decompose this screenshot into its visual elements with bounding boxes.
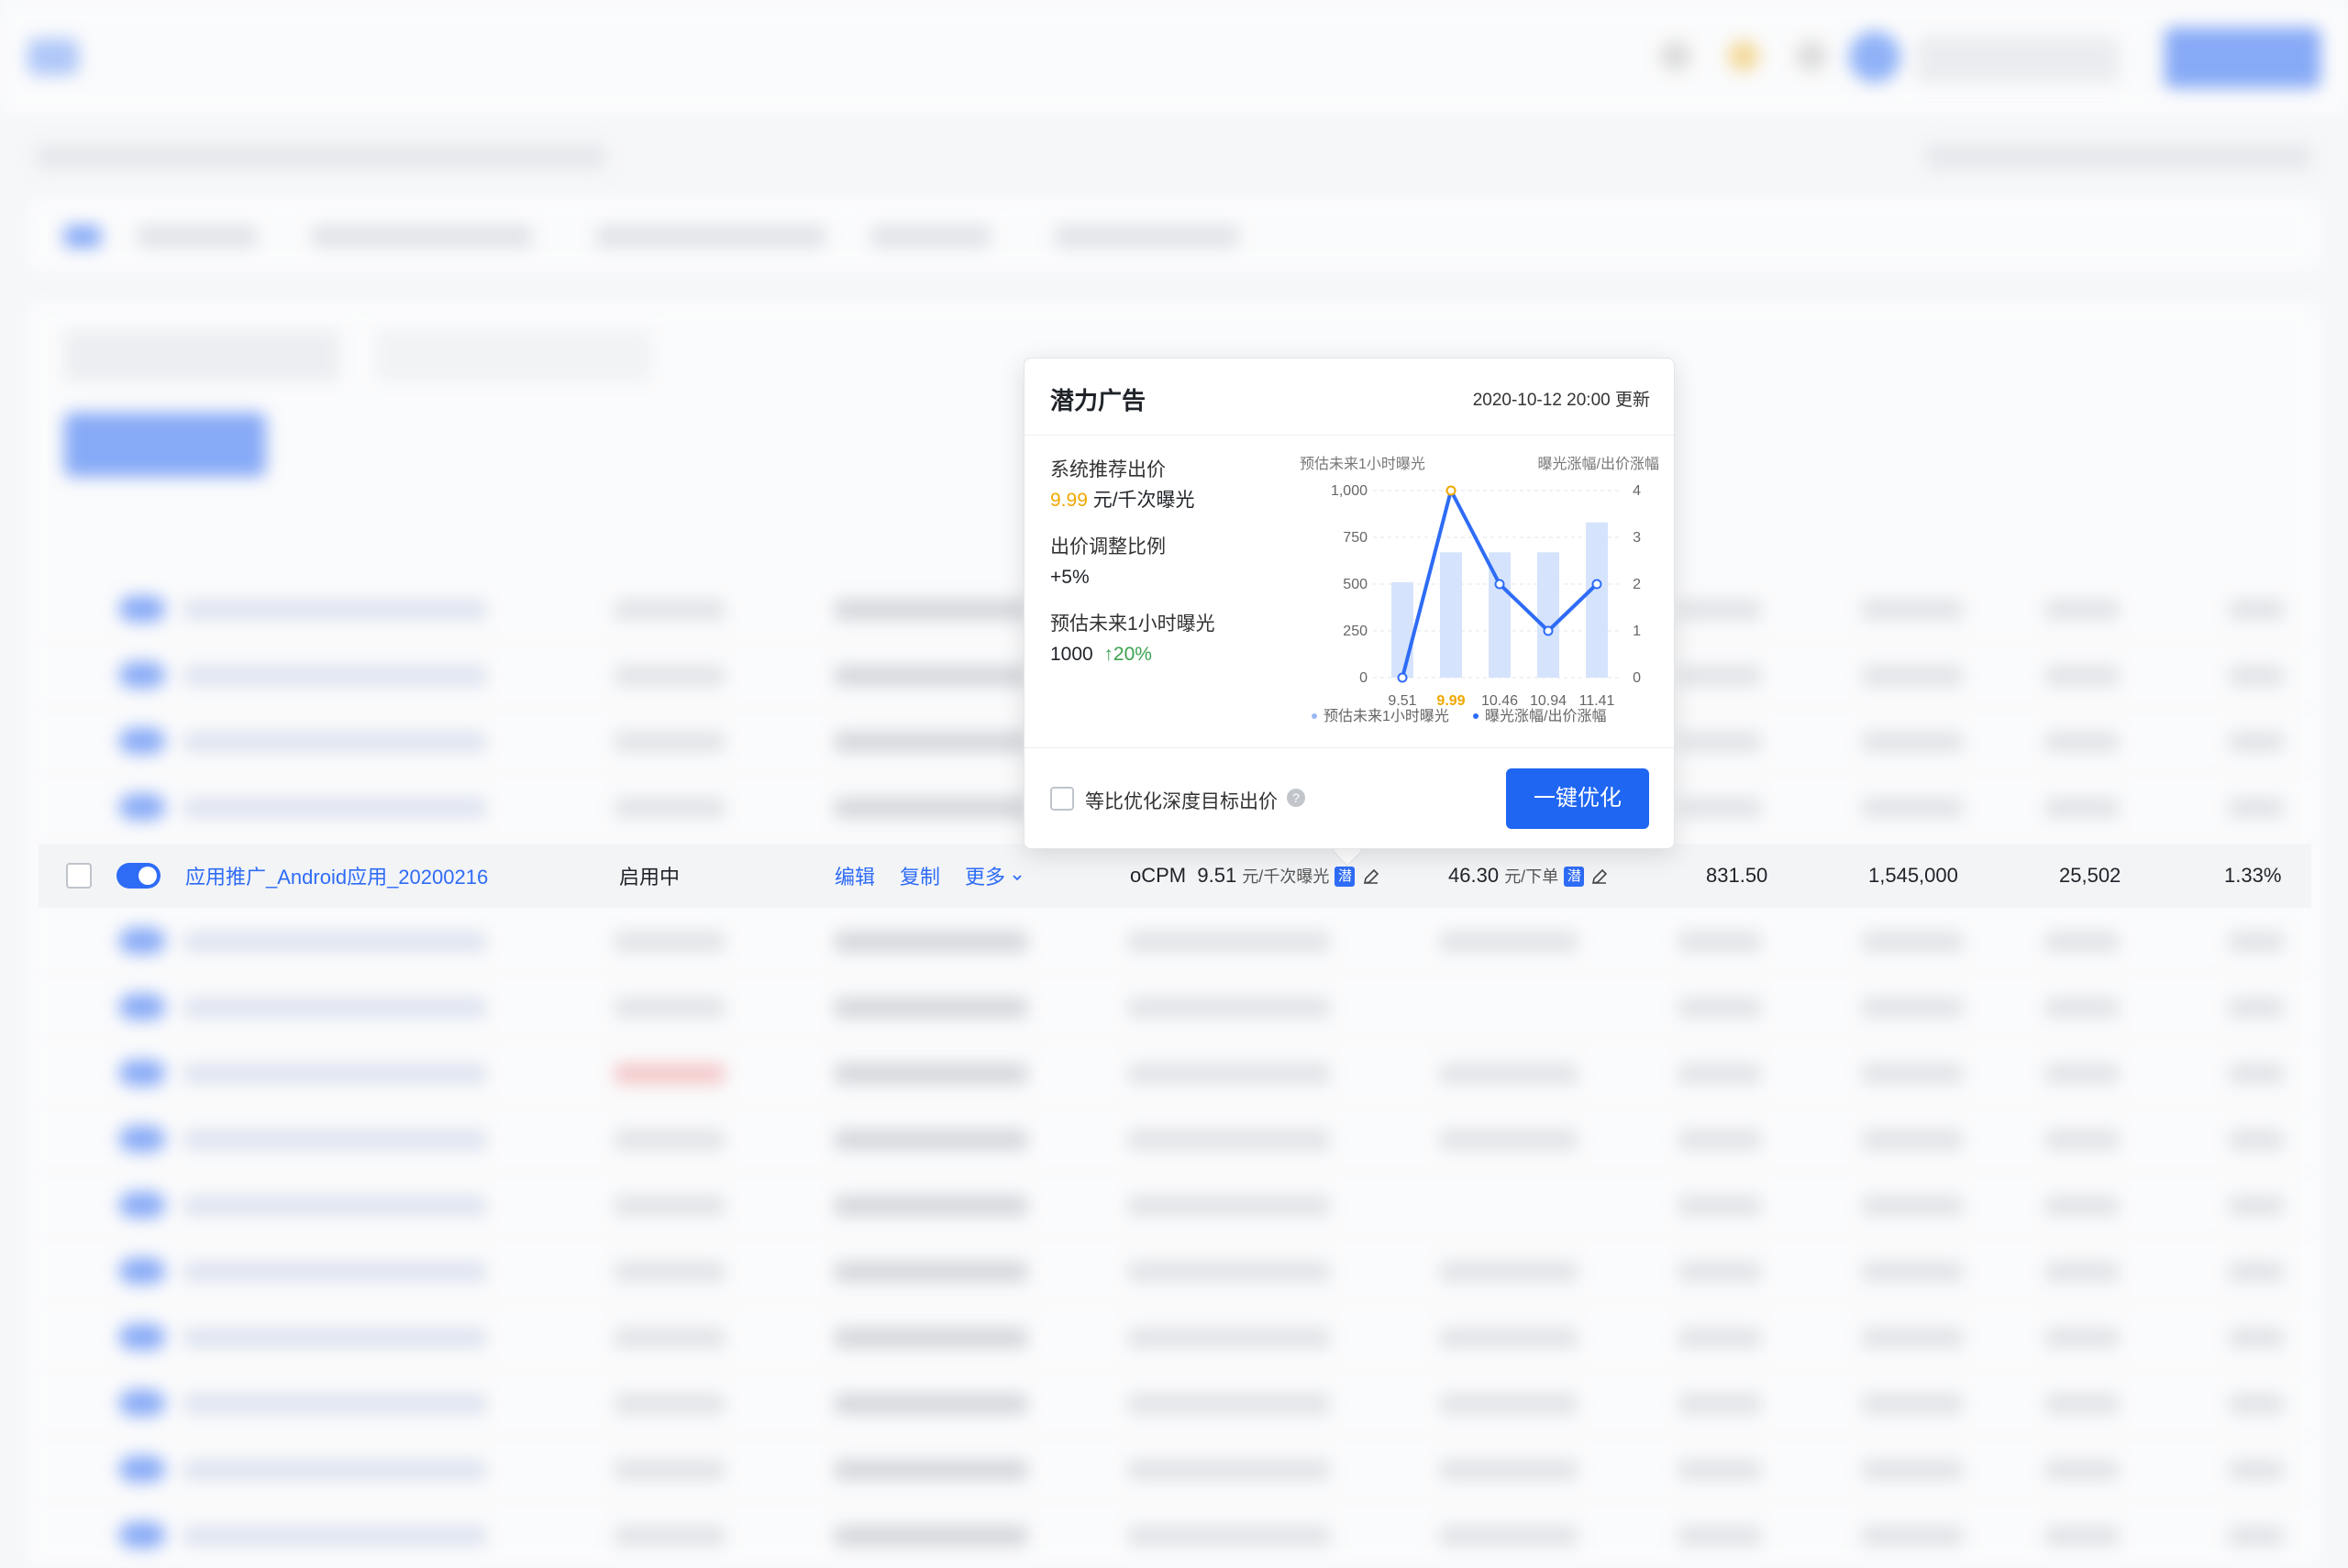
- line-point: [1445, 485, 1456, 496]
- tab-ads[interactable]: [64, 330, 339, 381]
- bid-type: oCPM: [1130, 864, 1187, 887]
- potential-tag[interactable]: 潜: [1335, 867, 1356, 888]
- y-right-tick-label: 2: [1633, 577, 1641, 592]
- question-icon[interactable]: ?: [1287, 789, 1305, 807]
- table-row[interactable]: [28, 908, 2320, 974]
- y-right-tick-label: 3: [1633, 530, 1641, 546]
- copy-link[interactable]: 复制: [900, 861, 940, 890]
- more-dropdown[interactable]: 更多: [965, 861, 1024, 890]
- legend-label: 曝光涨幅/出价涨幅: [1485, 708, 1606, 724]
- line-point: [1591, 579, 1602, 590]
- adjust-value: +5%: [1050, 567, 1090, 588]
- chevron-down-icon: [1013, 875, 1022, 881]
- create-button[interactable]: [64, 413, 266, 477]
- x-tick-label: 10.46: [1481, 693, 1518, 709]
- forecast-label: 预估未来1小时曝光: [1050, 613, 1215, 635]
- potential-ad-popover: 潜力广告 2020-10-12 20:00 更新 系统推荐出价 9.99 元/千…: [1024, 358, 1675, 849]
- breadcrumb-right: [1926, 145, 2311, 169]
- bar-mark: [1440, 552, 1462, 678]
- popover-header: 潜力广告 2020-10-12 20:00 更新: [1024, 359, 1674, 436]
- table-row[interactable]: [28, 1040, 2320, 1106]
- y-left-axis-label: 预估未来1小时曝光: [1300, 456, 1425, 472]
- x-tick-label: 11.41: [1579, 693, 1615, 709]
- table-row[interactable]: [28, 974, 2320, 1040]
- metric-value: 1,545,000: [1868, 864, 1958, 887]
- y-left-tick-label: 750: [1343, 530, 1368, 546]
- y-right-tick-label: 4: [1633, 483, 1641, 499]
- table-row[interactable]: [28, 1106, 2320, 1172]
- x-tick-label: 9.99: [1436, 693, 1465, 709]
- edit-pencil-icon[interactable]: [1361, 867, 1381, 887]
- y-left-tick-label: 500: [1343, 577, 1368, 592]
- rec-bid-value: 9.99 元/千次曝光: [1050, 490, 1195, 511]
- line-point: [1494, 579, 1505, 590]
- edit-pencil-icon[interactable]: [1589, 867, 1610, 887]
- table-row-highlighted[interactable]: 应用推广_Android应用_20200216 启用中 编辑 复制 更多 oCP…: [39, 844, 2311, 908]
- bid-suggestion-info: 系统推荐出价 9.99 元/千次曝光 出价调整比例 +5% 预估未来1小时曝光 …: [1050, 456, 1215, 687]
- top-nav: [440, 44, 514, 77]
- bid-value: 9.51: [1197, 864, 1237, 887]
- status-text: 启用中: [619, 866, 681, 889]
- potential-tag[interactable]: 潜: [1564, 867, 1585, 888]
- y-left-tick-label: 250: [1343, 624, 1368, 639]
- tab-other[interactable]: [376, 330, 651, 381]
- popover-title: 潜力广告: [1050, 387, 1146, 414]
- metric-value: 831.50: [1706, 864, 1768, 887]
- filter-bar: [28, 198, 2320, 271]
- proportional-optimize-checkbox[interactable]: [1050, 787, 1074, 811]
- bar-mark: [1391, 581, 1413, 678]
- checkbox-label: 等比优化深度目标出价: [1085, 791, 1278, 812]
- bid-cell: oCPM 9.51 元/千次曝光 潜: [1130, 864, 1381, 888]
- legend-marker: [1312, 713, 1317, 719]
- adjust-label: 出价调整比例: [1050, 536, 1166, 558]
- y-left-tick-label: 1,000: [1331, 483, 1368, 499]
- y-right-tick-label: 0: [1633, 670, 1641, 686]
- bid-unit: 元/千次曝光: [1242, 867, 1330, 886]
- metric-value: 25,502: [2059, 864, 2121, 887]
- edit-link[interactable]: 编辑: [835, 861, 875, 890]
- popover-footer: 等比优化深度目标出价 ? 一键优化: [1024, 747, 1674, 848]
- breadcrumb: [37, 145, 605, 169]
- x-tick-label: 9.51: [1388, 693, 1416, 709]
- exposure-forecast-chart: 预估未来1小时曝光 曝光涨幅/出价涨幅 1,000 750 500 250 0 4 3 2 1…: [1300, 456, 1659, 724]
- top-icons: [1660, 40, 1827, 72]
- bell-icon[interactable]: [1728, 40, 1759, 72]
- top-action-button[interactable]: [2165, 28, 2320, 88]
- table-row[interactable]: [28, 1304, 2320, 1370]
- table-row[interactable]: [28, 1238, 2320, 1304]
- row-checkbox[interactable]: [66, 863, 92, 889]
- x-tick-label: 10.94: [1530, 693, 1567, 709]
- y-right-tick-label: 1: [1633, 624, 1641, 639]
- table-row[interactable]: [28, 1502, 2320, 1568]
- forecast-value: 1000 ↑20%: [1050, 644, 1152, 665]
- table-row[interactable]: [28, 1172, 2320, 1238]
- one-click-optimize-button[interactable]: 一键优化: [1506, 768, 1649, 829]
- message-icon[interactable]: [1660, 40, 1691, 72]
- user-info[interactable]: [1917, 37, 2119, 83]
- bar-mark: [1586, 522, 1608, 678]
- table-row[interactable]: [28, 1370, 2320, 1436]
- update-time: 2020-10-12 20:00 更新: [1472, 391, 1650, 410]
- rec-bid-label: 系统推荐出价: [1050, 459, 1166, 480]
- help-icon[interactable]: [1796, 40, 1827, 72]
- metric-value: 1.33%: [2224, 864, 2282, 887]
- cost-value: 46.30: [1448, 864, 1500, 887]
- legend-label: 预估未来1小时曝光: [1324, 708, 1449, 724]
- row-toggle-switch[interactable]: [116, 863, 161, 889]
- cost-unit: 元/下单: [1504, 867, 1559, 886]
- more-label: 更多: [965, 866, 1006, 889]
- logo-icon: [28, 39, 79, 75]
- y-left-tick-label: 0: [1359, 670, 1368, 686]
- line-point: [1543, 625, 1554, 636]
- avatar[interactable]: [1849, 31, 1900, 83]
- y-right-axis-label: 曝光涨幅/出价涨幅: [1538, 456, 1659, 472]
- top-navbar: [0, 0, 2348, 114]
- cost-cell: 46.30 元/下单 潜: [1448, 864, 1610, 888]
- line-point: [1397, 672, 1408, 683]
- ad-name-link[interactable]: 应用推广_Android应用_20200216: [185, 861, 488, 890]
- table-row[interactable]: [28, 1436, 2320, 1502]
- bar-mark: [1537, 552, 1559, 678]
- legend-marker: [1473, 713, 1479, 719]
